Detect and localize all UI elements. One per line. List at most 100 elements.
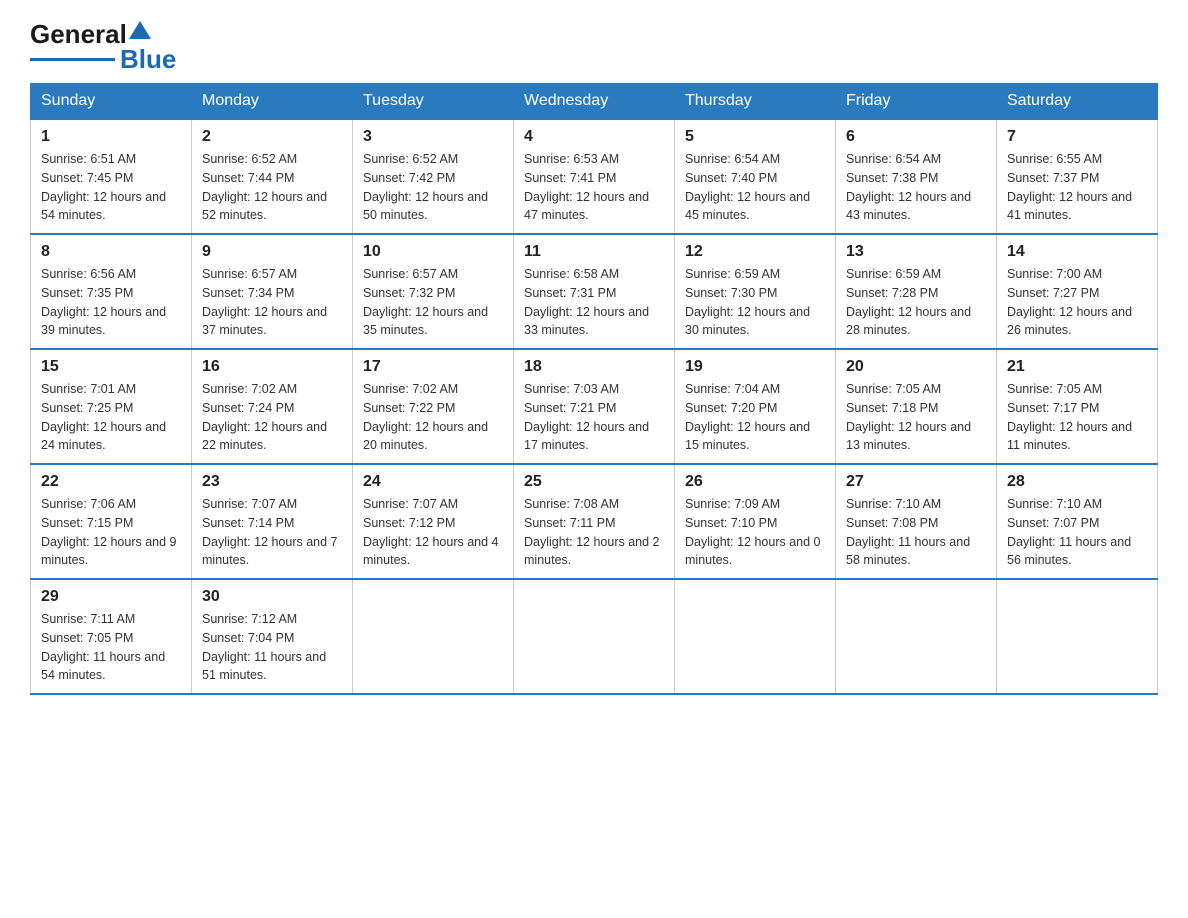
logo: General Blue xyxy=(30,20,176,73)
calendar-cell xyxy=(997,579,1158,694)
weekday-header-row: SundayMondayTuesdayWednesdayThursdayFrid… xyxy=(31,84,1158,120)
day-info: Sunrise: 7:05 AMSunset: 7:17 PMDaylight:… xyxy=(1007,380,1147,455)
calendar-cell: 1 Sunrise: 6:51 AMSunset: 7:45 PMDaylight… xyxy=(31,119,192,234)
day-info: Sunrise: 7:07 AMSunset: 7:12 PMDaylight:… xyxy=(363,495,503,570)
calendar-cell: 15 Sunrise: 7:01 AMSunset: 7:25 PMDayligh… xyxy=(31,349,192,464)
day-number: 22 xyxy=(41,473,181,491)
day-number: 23 xyxy=(202,473,342,491)
day-number: 15 xyxy=(41,358,181,376)
day-number: 13 xyxy=(846,243,986,261)
calendar-cell: 27 Sunrise: 7:10 AMSunset: 7:08 PMDayligh… xyxy=(836,464,997,579)
day-info: Sunrise: 7:10 AMSunset: 7:07 PMDaylight:… xyxy=(1007,495,1147,570)
page-header: General Blue xyxy=(30,20,1158,73)
calendar-cell: 18 Sunrise: 7:03 AMSunset: 7:21 PMDayligh… xyxy=(514,349,675,464)
day-info: Sunrise: 6:57 AMSunset: 7:32 PMDaylight:… xyxy=(363,265,503,340)
day-info: Sunrise: 7:09 AMSunset: 7:10 PMDaylight:… xyxy=(685,495,825,570)
day-info: Sunrise: 6:59 AMSunset: 7:28 PMDaylight:… xyxy=(846,265,986,340)
calendar-cell: 6 Sunrise: 6:54 AMSunset: 7:38 PMDaylight… xyxy=(836,119,997,234)
day-number: 10 xyxy=(363,243,503,261)
day-info: Sunrise: 7:10 AMSunset: 7:08 PMDaylight:… xyxy=(846,495,986,570)
week-row-3: 15 Sunrise: 7:01 AMSunset: 7:25 PMDayligh… xyxy=(31,349,1158,464)
day-number: 6 xyxy=(846,128,986,146)
calendar-cell: 10 Sunrise: 6:57 AMSunset: 7:32 PMDayligh… xyxy=(353,234,514,349)
weekday-header-sunday: Sunday xyxy=(31,84,192,120)
day-info: Sunrise: 7:00 AMSunset: 7:27 PMDaylight:… xyxy=(1007,265,1147,340)
day-info: Sunrise: 6:51 AMSunset: 7:45 PMDaylight:… xyxy=(41,150,181,225)
calendar-cell xyxy=(836,579,997,694)
day-number: 21 xyxy=(1007,358,1147,376)
day-number: 8 xyxy=(41,243,181,261)
calendar-cell: 5 Sunrise: 6:54 AMSunset: 7:40 PMDaylight… xyxy=(675,119,836,234)
day-number: 24 xyxy=(363,473,503,491)
day-info: Sunrise: 7:02 AMSunset: 7:22 PMDaylight:… xyxy=(363,380,503,455)
week-row-2: 8 Sunrise: 6:56 AMSunset: 7:35 PMDaylight… xyxy=(31,234,1158,349)
day-number: 16 xyxy=(202,358,342,376)
day-info: Sunrise: 6:56 AMSunset: 7:35 PMDaylight:… xyxy=(41,265,181,340)
calendar-cell: 26 Sunrise: 7:09 AMSunset: 7:10 PMDayligh… xyxy=(675,464,836,579)
day-number: 28 xyxy=(1007,473,1147,491)
day-number: 14 xyxy=(1007,243,1147,261)
calendar-cell: 24 Sunrise: 7:07 AMSunset: 7:12 PMDayligh… xyxy=(353,464,514,579)
calendar-cell: 11 Sunrise: 6:58 AMSunset: 7:31 PMDayligh… xyxy=(514,234,675,349)
day-number: 25 xyxy=(524,473,664,491)
calendar-cell: 21 Sunrise: 7:05 AMSunset: 7:17 PMDayligh… xyxy=(997,349,1158,464)
day-number: 5 xyxy=(685,128,825,146)
day-info: Sunrise: 6:59 AMSunset: 7:30 PMDaylight:… xyxy=(685,265,825,340)
calendar-cell: 19 Sunrise: 7:04 AMSunset: 7:20 PMDayligh… xyxy=(675,349,836,464)
day-info: Sunrise: 7:12 AMSunset: 7:04 PMDaylight:… xyxy=(202,610,342,685)
weekday-header-wednesday: Wednesday xyxy=(514,84,675,120)
day-number: 7 xyxy=(1007,128,1147,146)
day-info: Sunrise: 7:11 AMSunset: 7:05 PMDaylight:… xyxy=(41,610,181,685)
day-number: 17 xyxy=(363,358,503,376)
calendar-cell xyxy=(353,579,514,694)
day-number: 4 xyxy=(524,128,664,146)
calendar-cell: 16 Sunrise: 7:02 AMSunset: 7:24 PMDayligh… xyxy=(192,349,353,464)
day-info: Sunrise: 7:02 AMSunset: 7:24 PMDaylight:… xyxy=(202,380,342,455)
calendar-cell: 9 Sunrise: 6:57 AMSunset: 7:34 PMDaylight… xyxy=(192,234,353,349)
calendar-cell: 3Sunrise: 6:52 AMSunset: 7:42 PMDaylight… xyxy=(353,119,514,234)
day-number: 18 xyxy=(524,358,664,376)
calendar-cell: 30 Sunrise: 7:12 AMSunset: 7:04 PMDayligh… xyxy=(192,579,353,694)
calendar-cell: 20Sunrise: 7:05 AMSunset: 7:18 PMDayligh… xyxy=(836,349,997,464)
calendar-cell: 8 Sunrise: 6:56 AMSunset: 7:35 PMDaylight… xyxy=(31,234,192,349)
calendar-cell: 25 Sunrise: 7:08 AMSunset: 7:11 PMDayligh… xyxy=(514,464,675,579)
calendar-table: SundayMondayTuesdayWednesdayThursdayFrid… xyxy=(30,83,1158,695)
day-number: 26 xyxy=(685,473,825,491)
day-number: 27 xyxy=(846,473,986,491)
calendar-cell xyxy=(514,579,675,694)
week-row-5: 29 Sunrise: 7:11 AMSunset: 7:05 PMDayligh… xyxy=(31,579,1158,694)
weekday-header-monday: Monday xyxy=(192,84,353,120)
calendar-cell: 12 Sunrise: 6:59 AMSunset: 7:30 PMDayligh… xyxy=(675,234,836,349)
day-info: Sunrise: 7:01 AMSunset: 7:25 PMDaylight:… xyxy=(41,380,181,455)
calendar-cell: 28 Sunrise: 7:10 AMSunset: 7:07 PMDayligh… xyxy=(997,464,1158,579)
day-info: Sunrise: 6:52 AMSunset: 7:44 PMDaylight:… xyxy=(202,150,342,225)
day-info: Sunrise: 6:54 AMSunset: 7:40 PMDaylight:… xyxy=(685,150,825,225)
weekday-header-tuesday: Tuesday xyxy=(353,84,514,120)
calendar-cell xyxy=(675,579,836,694)
day-info: Sunrise: 6:58 AMSunset: 7:31 PMDaylight:… xyxy=(524,265,664,340)
weekday-header-saturday: Saturday xyxy=(997,84,1158,120)
day-number: 11 xyxy=(524,243,664,261)
day-number: 12 xyxy=(685,243,825,261)
day-info: Sunrise: 6:52 AMSunset: 7:42 PMDaylight:… xyxy=(363,150,503,225)
calendar-cell: 7 Sunrise: 6:55 AMSunset: 7:37 PMDaylight… xyxy=(997,119,1158,234)
weekday-header-thursday: Thursday xyxy=(675,84,836,120)
day-number: 1 xyxy=(41,128,181,146)
day-number: 19 xyxy=(685,358,825,376)
calendar-cell: 17 Sunrise: 7:02 AMSunset: 7:22 PMDayligh… xyxy=(353,349,514,464)
calendar-cell: 4 Sunrise: 6:53 AMSunset: 7:41 PMDaylight… xyxy=(514,119,675,234)
day-info: Sunrise: 7:08 AMSunset: 7:11 PMDaylight:… xyxy=(524,495,664,570)
day-info: Sunrise: 6:53 AMSunset: 7:41 PMDaylight:… xyxy=(524,150,664,225)
day-info: Sunrise: 6:55 AMSunset: 7:37 PMDaylight:… xyxy=(1007,150,1147,225)
logo-blue: Blue xyxy=(120,45,176,74)
day-info: Sunrise: 6:57 AMSunset: 7:34 PMDaylight:… xyxy=(202,265,342,340)
calendar-cell: 2Sunrise: 6:52 AMSunset: 7:44 PMDaylight… xyxy=(192,119,353,234)
day-number: 30 xyxy=(202,588,342,606)
day-info: Sunrise: 6:54 AMSunset: 7:38 PMDaylight:… xyxy=(846,150,986,225)
day-info: Sunrise: 7:05 AMSunset: 7:18 PMDaylight:… xyxy=(846,380,986,455)
day-number: 29 xyxy=(41,588,181,606)
day-info: Sunrise: 7:03 AMSunset: 7:21 PMDaylight:… xyxy=(524,380,664,455)
day-number: 9 xyxy=(202,243,342,261)
day-info: Sunrise: 7:04 AMSunset: 7:20 PMDaylight:… xyxy=(685,380,825,455)
calendar-cell: 13 Sunrise: 6:59 AMSunset: 7:28 PMDayligh… xyxy=(836,234,997,349)
